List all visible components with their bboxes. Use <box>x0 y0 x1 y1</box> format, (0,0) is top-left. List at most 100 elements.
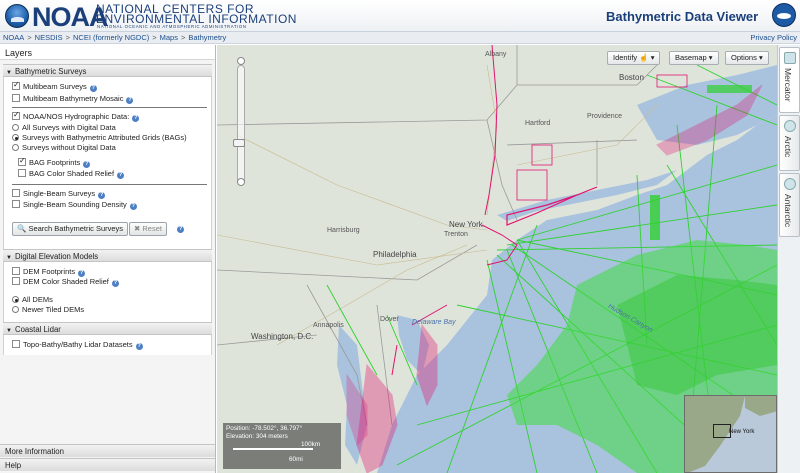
checkbox[interactable] <box>12 277 20 285</box>
radio-label: All Surveys with Digital Data <box>22 123 116 132</box>
tab-mercator[interactable]: Mercator <box>779 47 800 113</box>
layer-label: Topo-Bathy/Bathy Lidar Datasets <box>23 340 133 349</box>
help-bar[interactable]: Help <box>0 458 215 471</box>
noaa-logo-icon[interactable] <box>5 4 29 28</box>
layer-label: Single-Beam Surveys <box>23 189 96 198</box>
position-text: Position: -78.502°, 36.797° <box>226 425 303 432</box>
layer-multibeam[interactable]: Multibeam Surveys? <box>12 80 97 92</box>
elevation-text: Elevation: 304 meters <box>226 433 288 440</box>
checkbox-checked[interactable] <box>12 80 20 90</box>
radio-button[interactable] <box>12 144 19 151</box>
antarctic-globe-icon <box>784 178 796 190</box>
layer-single-beam-density[interactable]: Single-Beam Sounding Density? <box>12 200 137 210</box>
tab-antarctic[interactable]: Antarctic <box>779 173 800 237</box>
noaa-emblem-icon[interactable] <box>772 3 796 27</box>
more-information-bar[interactable]: More Information <box>0 444 215 457</box>
info-icon[interactable]: ? <box>129 203 137 210</box>
breadcrumb-bathymetry[interactable]: Bathymetry <box>188 33 226 42</box>
button-label: Reset <box>142 224 162 233</box>
privacy-policy-link[interactable]: Privacy Policy <box>750 33 797 42</box>
reset-button[interactable]: ✖ Reset <box>129 222 167 236</box>
multibeam-block <box>707 85 752 93</box>
layer-dem-relief[interactable]: DEM Color Shaded Relief? <box>12 277 119 287</box>
overview-land <box>745 396 776 416</box>
tab-label: Arctic <box>783 136 793 158</box>
radio-bag-surveys[interactable]: Surveys with Bathymetric Attributed Grid… <box>12 133 187 143</box>
info-icon[interactable]: ? <box>132 115 140 122</box>
position-readout: Position: -78.502°, 36.797° Elevation: 3… <box>223 423 341 469</box>
search-bathymetric-surveys-button[interactable]: 🔍 Search Bathymetric Surveys <box>12 222 129 236</box>
zoom-out-button[interactable] <box>237 178 245 186</box>
breadcrumb-separator: > <box>152 33 157 42</box>
checkbox[interactable] <box>18 169 26 177</box>
layer-bag-relief[interactable]: BAG Color Shaded Relief? <box>18 169 125 179</box>
radio-button-selected[interactable] <box>12 134 19 141</box>
multibeam-block <box>650 195 660 240</box>
mercator-globe-icon <box>784 52 796 64</box>
map-label-dover: Dover <box>380 316 399 323</box>
checkbox[interactable] <box>12 189 20 197</box>
radio-button-selected[interactable] <box>12 296 19 303</box>
zoom-in-button[interactable] <box>237 57 245 65</box>
collapse-triangle-icon: ▼ <box>6 70 12 76</box>
radio-button[interactable] <box>12 306 19 313</box>
overview-map[interactable]: New York <box>684 395 777 473</box>
map-label-washington: Washington, D.C. <box>251 332 314 341</box>
info-icon[interactable]: ? <box>135 343 143 350</box>
options-button[interactable]: Options ▾ <box>725 51 769 65</box>
radio-label: Surveys without Digital Data <box>22 143 116 152</box>
layer-label: Multibeam Surveys <box>23 82 87 91</box>
section-heading: Coastal Lidar <box>14 325 61 334</box>
info-icon[interactable]: ? <box>117 172 125 179</box>
breadcrumb-maps[interactable]: Maps <box>160 33 178 42</box>
radio-all-dems[interactable]: All DEMs <box>12 295 53 305</box>
layer-lidar-datasets[interactable]: Topo-Bathy/Bathy Lidar Datasets? <box>12 340 143 350</box>
section-digital-elevation-models[interactable]: ▼ Digital Elevation Models <box>3 249 212 262</box>
layer-bag-footprints[interactable]: BAG Footprints? <box>18 156 91 168</box>
map-label-providence: Providence <box>587 113 623 120</box>
breadcrumb-nesdis[interactable]: NESDIS <box>35 33 63 42</box>
basemap-button[interactable]: Basemap ▾ <box>669 51 719 65</box>
layer-nos-hydrographic[interactable]: NOAA/NOS Hydrographic Data:? <box>12 110 140 122</box>
layer-single-beam[interactable]: Single-Beam Surveys? <box>12 189 106 199</box>
radio-button[interactable] <box>12 124 19 131</box>
checkbox-checked[interactable] <box>18 156 26 166</box>
radio-newer-dems[interactable]: Newer Tiled DEMs <box>12 305 84 315</box>
app-title: Bathymetric Data Viewer <box>606 9 759 24</box>
zoom-slider-track[interactable] <box>237 65 245 185</box>
zoom-slider-handle[interactable] <box>233 139 245 147</box>
breadcrumb-ncei[interactable]: NCEI (formerly NGDC) <box>73 33 149 42</box>
tab-arctic[interactable]: Arctic <box>779 115 800 171</box>
map-view[interactable]: Albany Boston Hartford Providence New Yo… <box>217 45 777 473</box>
info-icon[interactable]: ? <box>83 161 91 168</box>
radio-no-digital[interactable]: Surveys without Digital Data <box>12 143 116 153</box>
close-icon: ✖ <box>134 224 141 233</box>
breadcrumb: NOAA > NESDIS > NCEI (formerly NGDC) > Maps > Ba… <box>0 32 800 44</box>
info-icon[interactable]: ? <box>126 97 134 104</box>
info-icon[interactable]: ? <box>177 226 184 233</box>
layer-dem-footprints[interactable]: DEM Footprints? <box>12 267 86 277</box>
info-icon[interactable]: ? <box>89 85 97 92</box>
bag-block <box>516 169 548 201</box>
radio-all-surveys[interactable]: All Surveys with Digital Data <box>12 123 116 133</box>
checkbox[interactable] <box>12 200 20 208</box>
search-icon: 🔍 <box>17 224 27 233</box>
chevron-down-icon: ▾ <box>650 53 655 62</box>
checkbox[interactable] <box>12 340 20 348</box>
checkbox[interactable] <box>12 267 20 275</box>
identify-button[interactable]: Identify ☝ ▾ <box>607 51 661 65</box>
section-coastal-lidar[interactable]: ▼ Coastal Lidar <box>3 322 212 335</box>
info-icon[interactable]: ? <box>98 192 106 199</box>
layer-label: BAG Color Shaded Relief <box>29 169 115 178</box>
map-label-albany: Albany <box>485 51 507 58</box>
checkbox-checked[interactable] <box>12 110 20 120</box>
layer-multibeam-mosaic[interactable]: Multibeam Bathymetry Mosaic? <box>12 94 134 104</box>
button-label: Search Bathymetric Surveys <box>28 224 124 233</box>
breadcrumb-noaa[interactable]: NOAA <box>3 33 24 42</box>
section-bathymetric-surveys[interactable]: ▼ Bathymetric Surveys <box>3 64 212 77</box>
radio-label: All DEMs <box>22 295 53 304</box>
info-icon[interactable]: ? <box>111 280 119 287</box>
info-icon[interactable]: ? <box>78 270 86 277</box>
breadcrumb-separator: > <box>27 33 32 42</box>
checkbox[interactable] <box>12 94 20 102</box>
